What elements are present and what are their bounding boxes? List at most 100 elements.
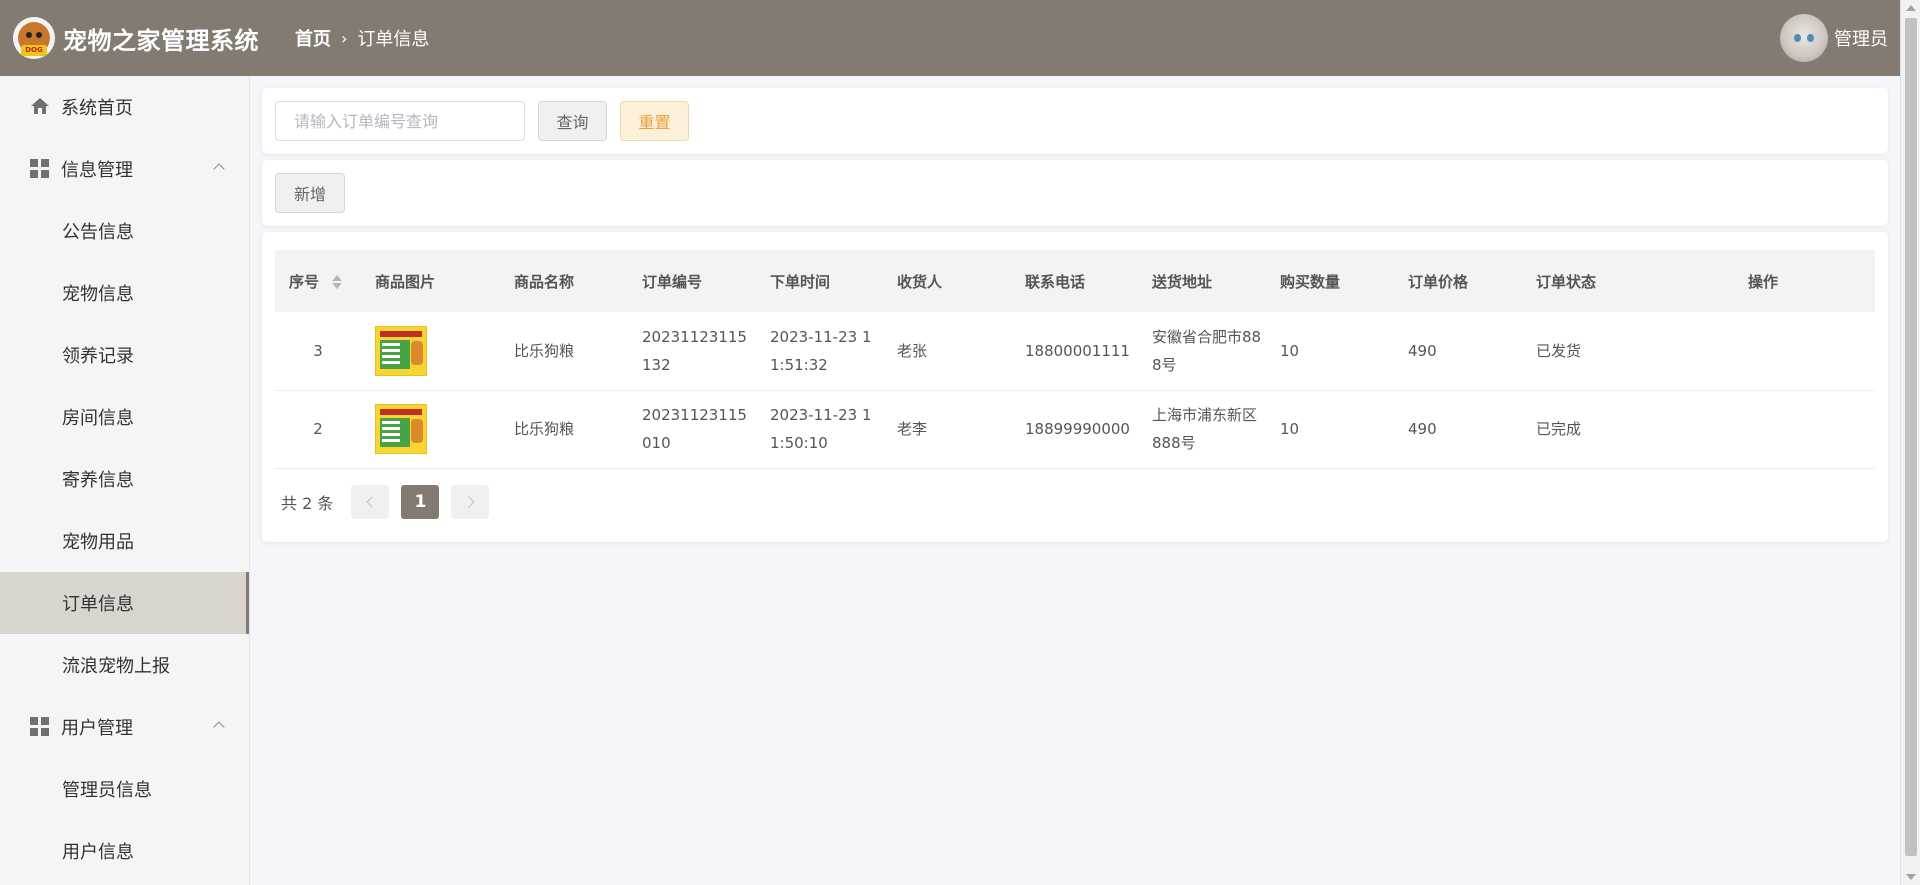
vertical-scrollbar[interactable]	[1900, 0, 1920, 885]
cell-order-no: 20231123115010	[642, 406, 747, 452]
chevron-up-icon[interactable]	[213, 721, 225, 733]
cell-phone: 18800001111	[1025, 341, 1130, 360]
sidebar-item[interactable]: 宠物信息	[0, 262, 249, 324]
column-header-product: 商品名称	[514, 272, 575, 291]
logo-text: DOG	[21, 45, 47, 56]
cell-action	[1734, 390, 1875, 468]
sidebar-item-label: 流浪宠物上报	[62, 656, 170, 677]
user-name[interactable]: 管理员	[1834, 25, 1888, 51]
cell-product: 比乐狗粮	[514, 420, 575, 438]
page-number-button[interactable]: 1	[401, 484, 440, 519]
user-menu[interactable]: 管理员	[1780, 14, 1888, 62]
sidebar-item[interactable]: 领养记录	[0, 324, 249, 386]
breadcrumb-home[interactable]: 首页	[295, 25, 331, 51]
cell-image	[361, 390, 500, 468]
column-header-label: 序号	[289, 272, 320, 291]
sidebar-item-label: 寄养信息	[62, 470, 134, 491]
column-header-action: 操作	[1748, 272, 1779, 291]
cell-phone: 18899990000	[1025, 420, 1130, 438]
cell-address: 上海市浦东新区888号	[1152, 406, 1258, 452]
scroll-up-arrow-icon[interactable]	[1906, 5, 1916, 11]
breadcrumb-current: 订单信息	[357, 29, 430, 50]
search-input[interactable]	[275, 101, 525, 141]
grid-icon	[30, 717, 50, 737]
sidebar-item-label: 信息管理	[61, 160, 133, 181]
sidebar-item-label: 用户信息	[62, 842, 134, 863]
top-header: DOG 宠物之家管理系统 首页 › 订单信息 管理员	[0, 0, 1900, 76]
pagination-total: 共 2 条	[281, 493, 334, 513]
scroll-down-arrow-icon[interactable]	[1906, 874, 1916, 880]
cell-status: 已发货	[1536, 341, 1582, 360]
sidebar-item[interactable]: 流浪宠物上报	[0, 634, 249, 696]
avatar[interactable]	[1780, 14, 1828, 62]
sidebar-item[interactable]: 管理员信息	[0, 758, 249, 820]
sidebar-group-item[interactable]: 系统首页	[0, 76, 249, 138]
brand: DOG 宠物之家管理系统	[13, 17, 259, 59]
cell-consignee: 老李	[897, 420, 928, 438]
toolbar: 新增	[262, 160, 1888, 226]
table-row: 3 比乐狗粮 20231123115132 2023-11-23 11:51:3…	[275, 312, 1875, 390]
cell-index: 2	[313, 420, 323, 438]
sidebar-item[interactable]: 公告信息	[0, 200, 249, 262]
cell-image	[361, 312, 500, 390]
grid-icon	[30, 159, 50, 179]
cell-price: 490	[1408, 420, 1437, 438]
sidebar-item-label: 宠物信息	[62, 284, 134, 305]
cell-action	[1734, 312, 1875, 390]
sidebar-item-label: 房间信息	[62, 408, 134, 429]
sidebar-group-item[interactable]: 用户管理	[0, 696, 249, 758]
table-row: 2 比乐狗粮 20231123115010 2023-11-23 11:50:1…	[275, 390, 1875, 468]
sidebar-item-label: 领养记录	[62, 346, 134, 367]
column-header-image: 商品图片	[375, 272, 436, 291]
column-header-price: 订单价格	[1408, 272, 1469, 291]
column-header-order-no: 订单编号	[642, 272, 703, 291]
chevron-right-icon: ›	[341, 28, 348, 48]
sort-icon[interactable]	[332, 275, 343, 289]
column-header-qty: 购买数量	[1280, 272, 1341, 291]
chevron-right-icon	[463, 495, 475, 508]
breadcrumb: 首页 › 订单信息	[295, 25, 429, 51]
table-card: 序号 商品图片 商品名称 订单编号 下单时间 收货人 联系电话 送货地址 购买数…	[262, 232, 1888, 542]
sidebar-group-item[interactable]: 信息管理	[0, 138, 249, 200]
cell-qty: 10	[1280, 420, 1300, 438]
home-icon	[30, 97, 50, 117]
sidebar-item-label: 宠物用品	[62, 532, 134, 553]
cell-product: 比乐狗粮	[514, 341, 575, 360]
cell-time: 2023-11-23 11:51:32	[770, 327, 872, 374]
sidebar-item[interactable]: 寄养信息	[0, 448, 249, 510]
sidebar-item[interactable]: 房间信息	[0, 386, 249, 448]
add-button[interactable]: 新增	[275, 173, 345, 213]
scrollbar-thumb[interactable]	[1905, 18, 1917, 856]
prev-page-button[interactable]	[351, 484, 390, 519]
sidebar-item[interactable]: 宠物用品	[0, 510, 249, 572]
reset-button[interactable]: 重置	[620, 101, 689, 141]
sidebar-item-label: 管理员信息	[62, 780, 152, 801]
main-content: 查询 重置 新增 序号 商品图片 商品名称 订单编号 下单	[262, 88, 1888, 542]
pagination: 共 2 条 1	[281, 484, 1875, 519]
cell-status: 已完成	[1536, 420, 1582, 438]
sidebar-item-label: 系统首页	[61, 98, 133, 119]
table-header-row: 序号 商品图片 商品名称 订单编号 下单时间 收货人 联系电话 送货地址 购买数…	[275, 250, 1875, 312]
query-button[interactable]: 查询	[538, 101, 607, 141]
sidebar-item[interactable]: 用户信息	[0, 820, 249, 882]
sidebar-item-label: 公告信息	[62, 222, 134, 243]
sidebar-item-label: 用户管理	[61, 718, 133, 739]
chevron-left-icon	[366, 495, 378, 508]
product-thumbnail[interactable]	[375, 404, 427, 454]
dog-logo-icon: DOG	[13, 17, 55, 59]
sidebar-item-label: 订单信息	[62, 594, 134, 615]
sidebar: 系统首页信息管理公告信息宠物信息领养记录房间信息寄养信息宠物用品订单信息流浪宠物…	[0, 76, 250, 885]
search-bar: 查询 重置	[262, 88, 1888, 154]
app-title: 宠物之家管理系统	[63, 26, 259, 55]
cell-time: 2023-11-23 11:50:10	[770, 406, 872, 452]
chevron-up-icon[interactable]	[213, 163, 225, 175]
column-header-phone: 联系电话	[1025, 272, 1086, 291]
cell-order-no: 20231123115132	[642, 327, 747, 374]
sidebar-item[interactable]: 订单信息	[0, 572, 249, 634]
cell-qty: 10	[1280, 341, 1300, 360]
product-thumbnail[interactable]	[375, 325, 427, 376]
column-header-index[interactable]: 序号	[275, 250, 361, 312]
column-header-address: 送货地址	[1152, 272, 1213, 291]
next-page-button[interactable]	[451, 484, 490, 519]
orders-table: 序号 商品图片 商品名称 订单编号 下单时间 收货人 联系电话 送货地址 购买数…	[275, 250, 1875, 469]
